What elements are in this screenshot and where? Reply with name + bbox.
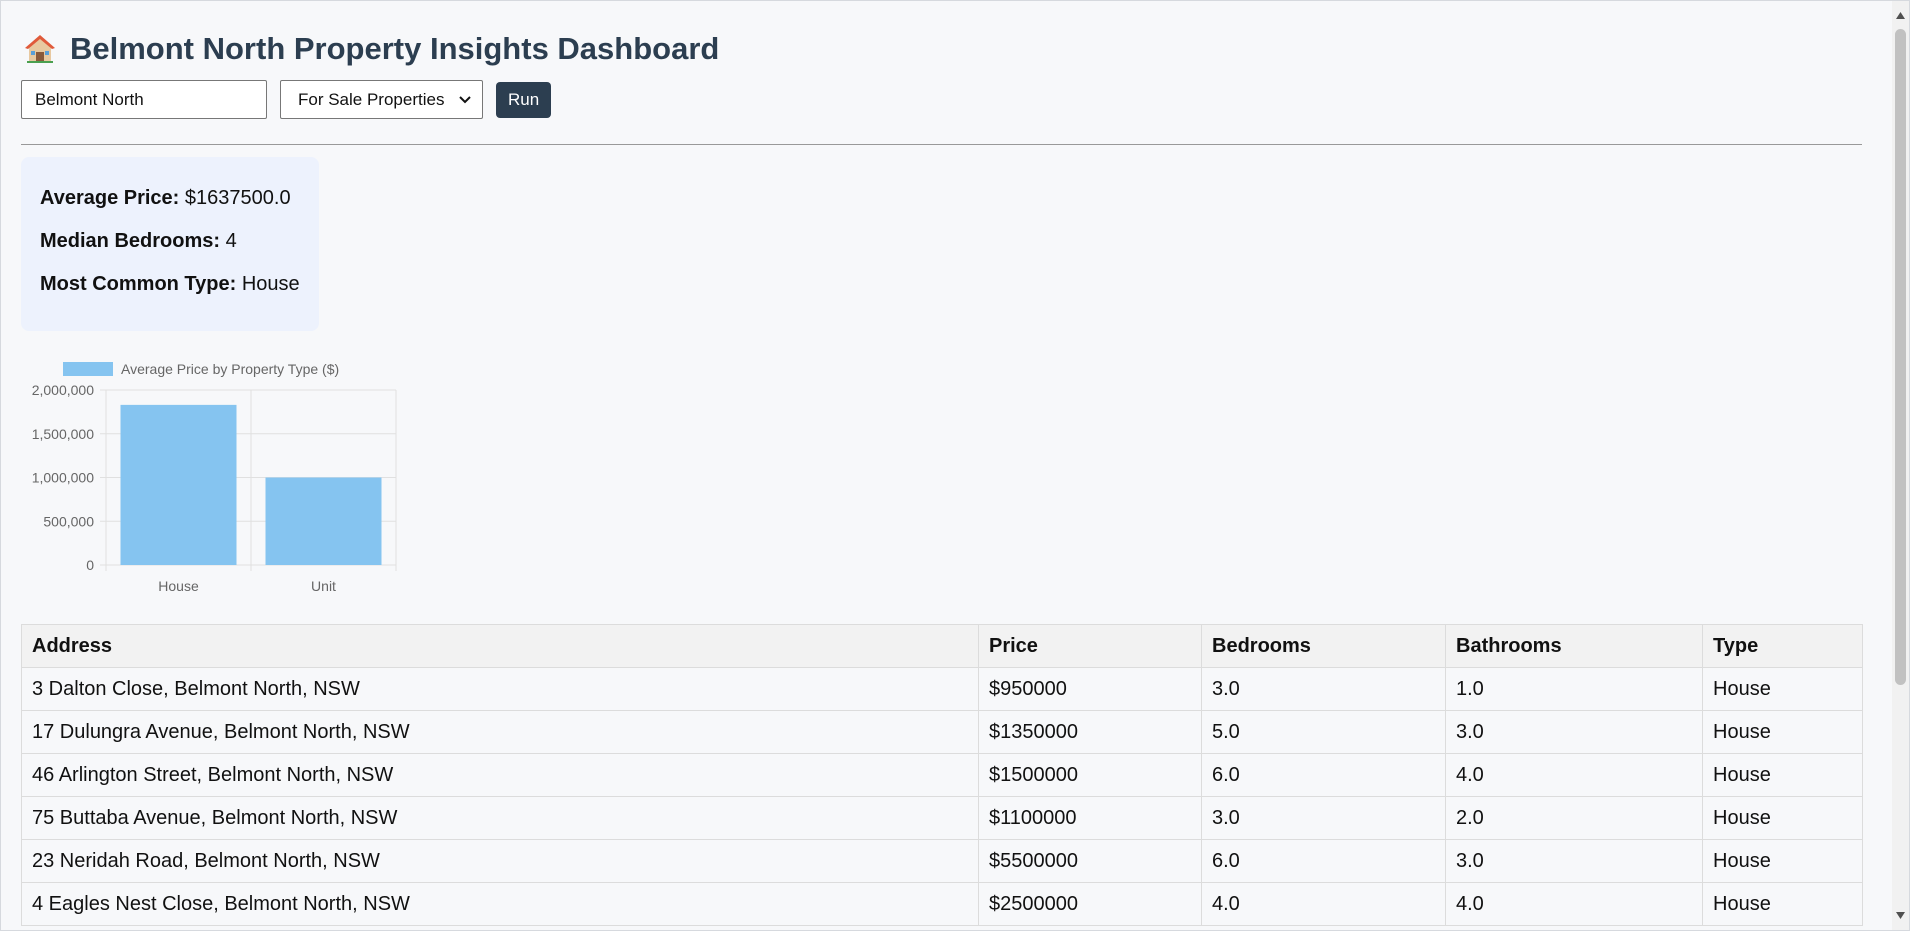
properties-table: Address Price Bedrooms Bathrooms Type 3 Dalt… (21, 624, 1863, 926)
table-cell: 5.0 (1201, 710, 1446, 754)
table-row: 3 Dalton Close, Belmont North, NSW $95000… (21, 667, 1863, 711)
run-button[interactable]: Run (496, 81, 552, 118)
column-header: Type (1702, 624, 1863, 668)
table-cell: 6.0 (1201, 839, 1446, 883)
table-row: 46 Arlington Street, Belmont North, NSW $… (21, 753, 1863, 797)
x-tick-label: Unit (311, 578, 336, 594)
summary-average-price: Average Price: $1637500.0 (40, 187, 319, 230)
scroll-down-icon[interactable] (1895, 910, 1906, 921)
scrollbar-thumb[interactable] (1895, 29, 1906, 685)
table-cell: 3.0 (1201, 667, 1446, 711)
table-cell: House (1702, 839, 1863, 883)
table-cell: 75 Buttaba Avenue, Belmont North, NSW (21, 796, 979, 840)
table-cell: 17 Dulungra Avenue, Belmont North, NSW (21, 710, 979, 754)
bar-unit (265, 477, 382, 565)
table-cell: House (1702, 882, 1863, 926)
table-cell: 4.0 (1445, 882, 1703, 926)
listing-type-select[interactable]: For Sale Properties (280, 80, 483, 119)
listing-type-value: For Sale Properties (298, 89, 445, 109)
table-cell: 4.0 (1445, 753, 1703, 797)
legend-swatch (63, 362, 113, 376)
common-type-value: House (241, 273, 300, 295)
table-cell: 1.0 (1445, 667, 1703, 711)
chevron-down-icon (459, 95, 471, 103)
x-tick-label: House (158, 578, 199, 594)
y-tick-label: 2,000,000 (32, 382, 94, 398)
y-tick-label: 1,000,000 (32, 470, 94, 486)
table-body: 3 Dalton Close, Belmont North, NSW $95000… (21, 667, 1863, 926)
page-title-text: Belmont North Property Insights Dashboar… (70, 31, 720, 66)
table-cell: 6.0 (1201, 753, 1446, 797)
vertical-scrollbar[interactable] (1892, 1, 1909, 930)
table-header-row: Address Price Bedrooms Bathrooms Type (21, 624, 1863, 668)
table-cell: $1350000 (978, 710, 1202, 754)
scroll-up-icon[interactable] (1895, 10, 1906, 21)
suburb-input[interactable] (21, 80, 267, 119)
table-cell: 3.0 (1445, 710, 1703, 754)
table-cell: 2.0 (1445, 796, 1703, 840)
table-cell: House (1702, 710, 1863, 754)
median-bedrooms-value: 4 (225, 230, 237, 252)
common-type-label: Most Common Type: (40, 273, 237, 295)
y-tick-label: 1,500,000 (32, 426, 94, 442)
table-row: 17 Dulungra Avenue, Belmont North, NSW $1… (21, 710, 1863, 754)
y-tick-label: 0 (86, 557, 94, 573)
table-row: 4 Eagles Nest Close, Belmont North, NSW $… (21, 882, 1863, 926)
bar-house (120, 404, 237, 565)
median-bedrooms-label: Median Bedrooms: (40, 230, 221, 252)
column-header: Bedrooms (1201, 624, 1446, 668)
table-cell: 3.0 (1201, 796, 1446, 840)
table-cell: 4.0 (1201, 882, 1446, 926)
table-cell: 3.0 (1445, 839, 1703, 883)
table-cell: 4 Eagles Nest Close, Belmont North, NSW (21, 882, 979, 926)
page-title: Belmont North Property Insights Dashboar… (24, 31, 719, 67)
average-price-value: $1637500.0 (184, 187, 291, 209)
table-cell: $5500000 (978, 839, 1202, 883)
column-header: Address (21, 624, 979, 668)
table-cell: House (1702, 667, 1863, 711)
summary-card: Average Price: $1637500.0 Median Bedroom… (21, 157, 319, 331)
summary-common-type: Most Common Type: House (40, 273, 319, 316)
summary-median-bedrooms: Median Bedrooms: 4 (40, 230, 319, 273)
table-cell: $1100000 (978, 796, 1202, 840)
table-cell: $2500000 (978, 882, 1202, 926)
table-cell: House (1702, 796, 1863, 840)
table-row: 23 Neridah Road, Belmont North, NSW $5500… (21, 839, 1863, 883)
controls-bar: For Sale Properties Run (21, 80, 552, 119)
column-header: Bathrooms (1445, 624, 1703, 668)
house-icon (25, 35, 55, 63)
table-cell: $950000 (978, 667, 1202, 711)
table-cell: $1500000 (978, 753, 1202, 797)
table-cell: House (1702, 753, 1863, 797)
divider (21, 144, 1862, 145)
table-cell: 3 Dalton Close, Belmont North, NSW (21, 667, 979, 711)
column-header: Price (978, 624, 1202, 668)
table-cell: 23 Neridah Road, Belmont North, NSW (21, 839, 979, 883)
table-cell: 46 Arlington Street, Belmont North, NSW (21, 753, 979, 797)
y-tick-label: 500,000 (43, 513, 94, 529)
table-row: 75 Buttaba Avenue, Belmont North, NSW $11… (21, 796, 1863, 840)
price-bar-chart: Average Price by Property Type ($) 0 500,0… (32, 361, 397, 594)
legend-label: Average Price by Property Type ($) (121, 361, 339, 377)
average-price-label: Average Price: (40, 187, 180, 209)
